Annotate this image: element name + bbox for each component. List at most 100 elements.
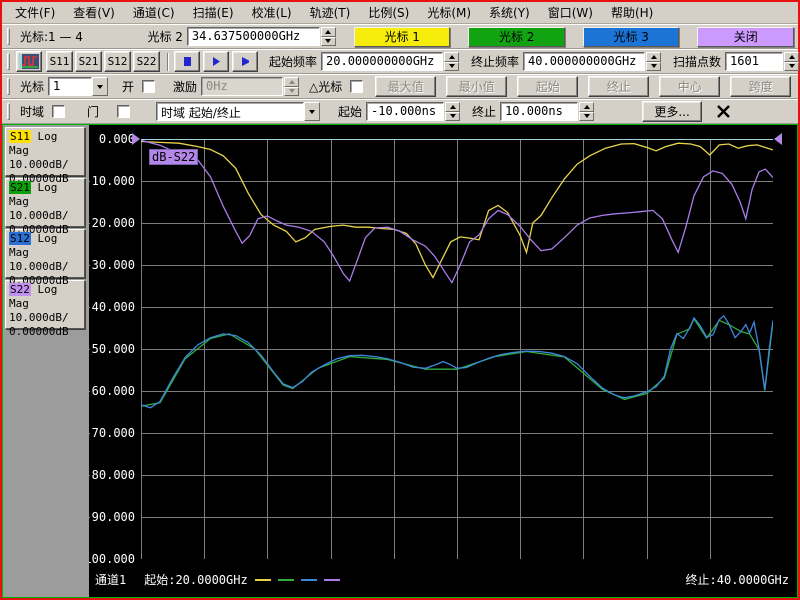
spin-up-icon[interactable] [444,52,460,62]
menu-sweep[interactable]: 扫描(E) [184,2,243,23]
marker-control-toolbar: 光标 1 开 激励 0Hz △光标 最大值 最小值 起始 终止 中心 跨度 [2,74,798,99]
time-stop-spinner[interactable] [579,102,595,121]
menu-channel[interactable]: 通道(C) [124,2,184,23]
time-domain-label: 时域 [20,105,45,119]
spin-up-icon[interactable] [320,27,336,37]
trace-scale: 10.000dB/ [9,260,69,273]
menu-scale[interactable]: 比例(S) [359,2,418,23]
toolbar-grip[interactable] [7,28,10,45]
menu-window[interactable]: 窗口(W) [539,2,602,23]
time-mode-combo[interactable]: 时域 起始/终止 [156,102,321,121]
chevron-down-icon[interactable] [92,77,109,96]
channel-label: 通道1 [95,573,127,587]
marker2-frequency-field: 34.637500000GHz [186,27,336,46]
spin-up-icon[interactable] [646,52,662,62]
s22-button[interactable]: S22 [133,51,160,72]
time-stop-value[interactable]: 10.000ns [500,102,579,121]
s11-button[interactable]: S11 [46,51,73,72]
spin-down-icon[interactable] [579,111,595,121]
trace-sidebar: S11 Log Mag 10.000dB/ 0.00000dB S21 Log … [3,125,89,597]
spin-up-icon [284,77,300,87]
gate-checkbox[interactable] [117,105,131,118]
marker-min-button[interactable]: 最小值 [446,76,508,97]
more-button[interactable]: 更多... [642,101,703,122]
marker-select-label: 光标 [20,80,45,94]
menu-system[interactable]: 系统(Y) [480,2,539,23]
sweep-continuous-button[interactable] [232,51,258,72]
toolbar-separator [167,52,169,71]
chevron-down-icon[interactable] [304,102,321,121]
marker-on-checkbox[interactable] [142,80,156,93]
spin-up-icon[interactable] [579,102,595,112]
sweep-single-button[interactable] [203,51,229,72]
toolbar-close-button[interactable] [716,104,731,119]
spin-down-icon[interactable] [320,36,336,46]
sweep-points-label: 扫描点数 [673,55,722,69]
spin-up-icon[interactable] [784,52,800,62]
trace-card-s11[interactable]: S11 Log Mag 10.000dB/ 0.00000dB [5,127,85,185]
y-axis-label: -100.000 [89,552,135,566]
menu-bar: 文件(F) 查看(V) 通道(C) 扫描(E) 校准(L) 轨迹(T) 比例(S… [2,2,798,24]
start-freq-value[interactable]: 20.000000000GHz [321,52,444,71]
stop-freq-value[interactable]: 40.000000000GHz [523,52,646,71]
menu-help[interactable]: 帮助(H) [602,2,662,23]
s12-button[interactable]: S12 [104,51,131,72]
menu-marker[interactable]: 光标(M) [418,2,480,23]
menu-cal[interactable]: 校准(L) [243,2,301,23]
y-axis-label: -80.000 [89,468,135,482]
trace-card-s21[interactable]: S21 Log Mag 10.000dB/ 0.00000dB [5,178,85,236]
spin-down-icon[interactable] [444,61,460,71]
marker-start-button[interactable]: 起始 [517,76,579,97]
toolbar-grip[interactable] [7,103,10,120]
y-axis-label: -30.000 [89,258,135,272]
legend-dash-s21 [277,578,294,581]
trace-card-s22[interactable]: S22 Log Mag 10.000dB/ 0.00000dB [5,280,85,338]
marker2-button[interactable]: 光标 2 [468,26,565,47]
menu-trace[interactable]: 轨迹(T) [301,2,360,23]
close-icon [717,105,730,118]
marker2-frequency-spinner[interactable] [320,27,336,46]
time-start-value[interactable]: -10.000ns [366,102,445,121]
start-freq-field: 20.000000000GHz [321,52,460,71]
menu-file[interactable]: 文件(F) [6,2,64,23]
trace-card-s12[interactable]: S12 Log Mag 10.000dB/ 0.00000dB [5,229,85,287]
toolbar-grip[interactable] [7,53,10,70]
start-freq-spinner[interactable] [444,52,460,71]
toolbar-grip[interactable] [7,78,10,95]
marker1-button[interactable]: 光标 1 [353,26,451,47]
y-axis-label: -40.000 [89,300,135,314]
reference-level-marker-right[interactable] [774,133,782,145]
stop-frequency-readout: 终止:40.0000GHz [685,573,789,587]
stop-freq-spinner[interactable] [646,52,662,71]
reference-level-marker-left[interactable] [132,133,140,145]
trace-id-badge: S11 [9,130,31,143]
marker3-button[interactable]: 光标 3 [582,26,680,47]
menu-view[interactable]: 查看(V) [64,2,124,23]
time-mode-value: 时域 起始/终止 [156,102,305,121]
marker-select-combo[interactable]: 1 [48,77,109,96]
marker-span-button[interactable]: 跨度 [730,76,792,97]
spin-down-icon [284,86,300,96]
sweep-points-spinner[interactable] [784,52,800,71]
start-frequency-readout: 起始:20.0000GHz [144,573,248,587]
spin-down-icon[interactable] [445,111,461,121]
legend-dash-s22 [323,578,340,581]
delta-marker-checkbox[interactable] [350,80,364,93]
marker-max-button[interactable]: 最大值 [375,76,437,97]
y-axis-label: -10.000 [89,174,135,188]
chart-status-bar: 通道1 起始:20.0000GHz 终止:40.0000GHz [95,571,789,588]
spin-up-icon[interactable] [445,102,461,112]
s21-button[interactable]: S21 [75,51,102,72]
marker-center-button[interactable]: 中心 [659,76,721,97]
marker2-frequency-value[interactable]: 34.637500000GHz [186,27,320,46]
stimulus-field: 0Hz [201,77,300,96]
time-start-spinner[interactable] [445,102,461,121]
spin-down-icon[interactable] [646,61,662,71]
measure-setup-button[interactable] [16,51,42,72]
marker-stop-button[interactable]: 终止 [588,76,650,97]
marker-close-button[interactable]: 关闭 [697,26,794,47]
spin-down-icon[interactable] [784,61,800,71]
sweep-hold-button[interactable] [174,51,200,72]
time-domain-checkbox[interactable] [52,105,66,118]
sweep-points-value[interactable]: 1601 [725,52,784,71]
